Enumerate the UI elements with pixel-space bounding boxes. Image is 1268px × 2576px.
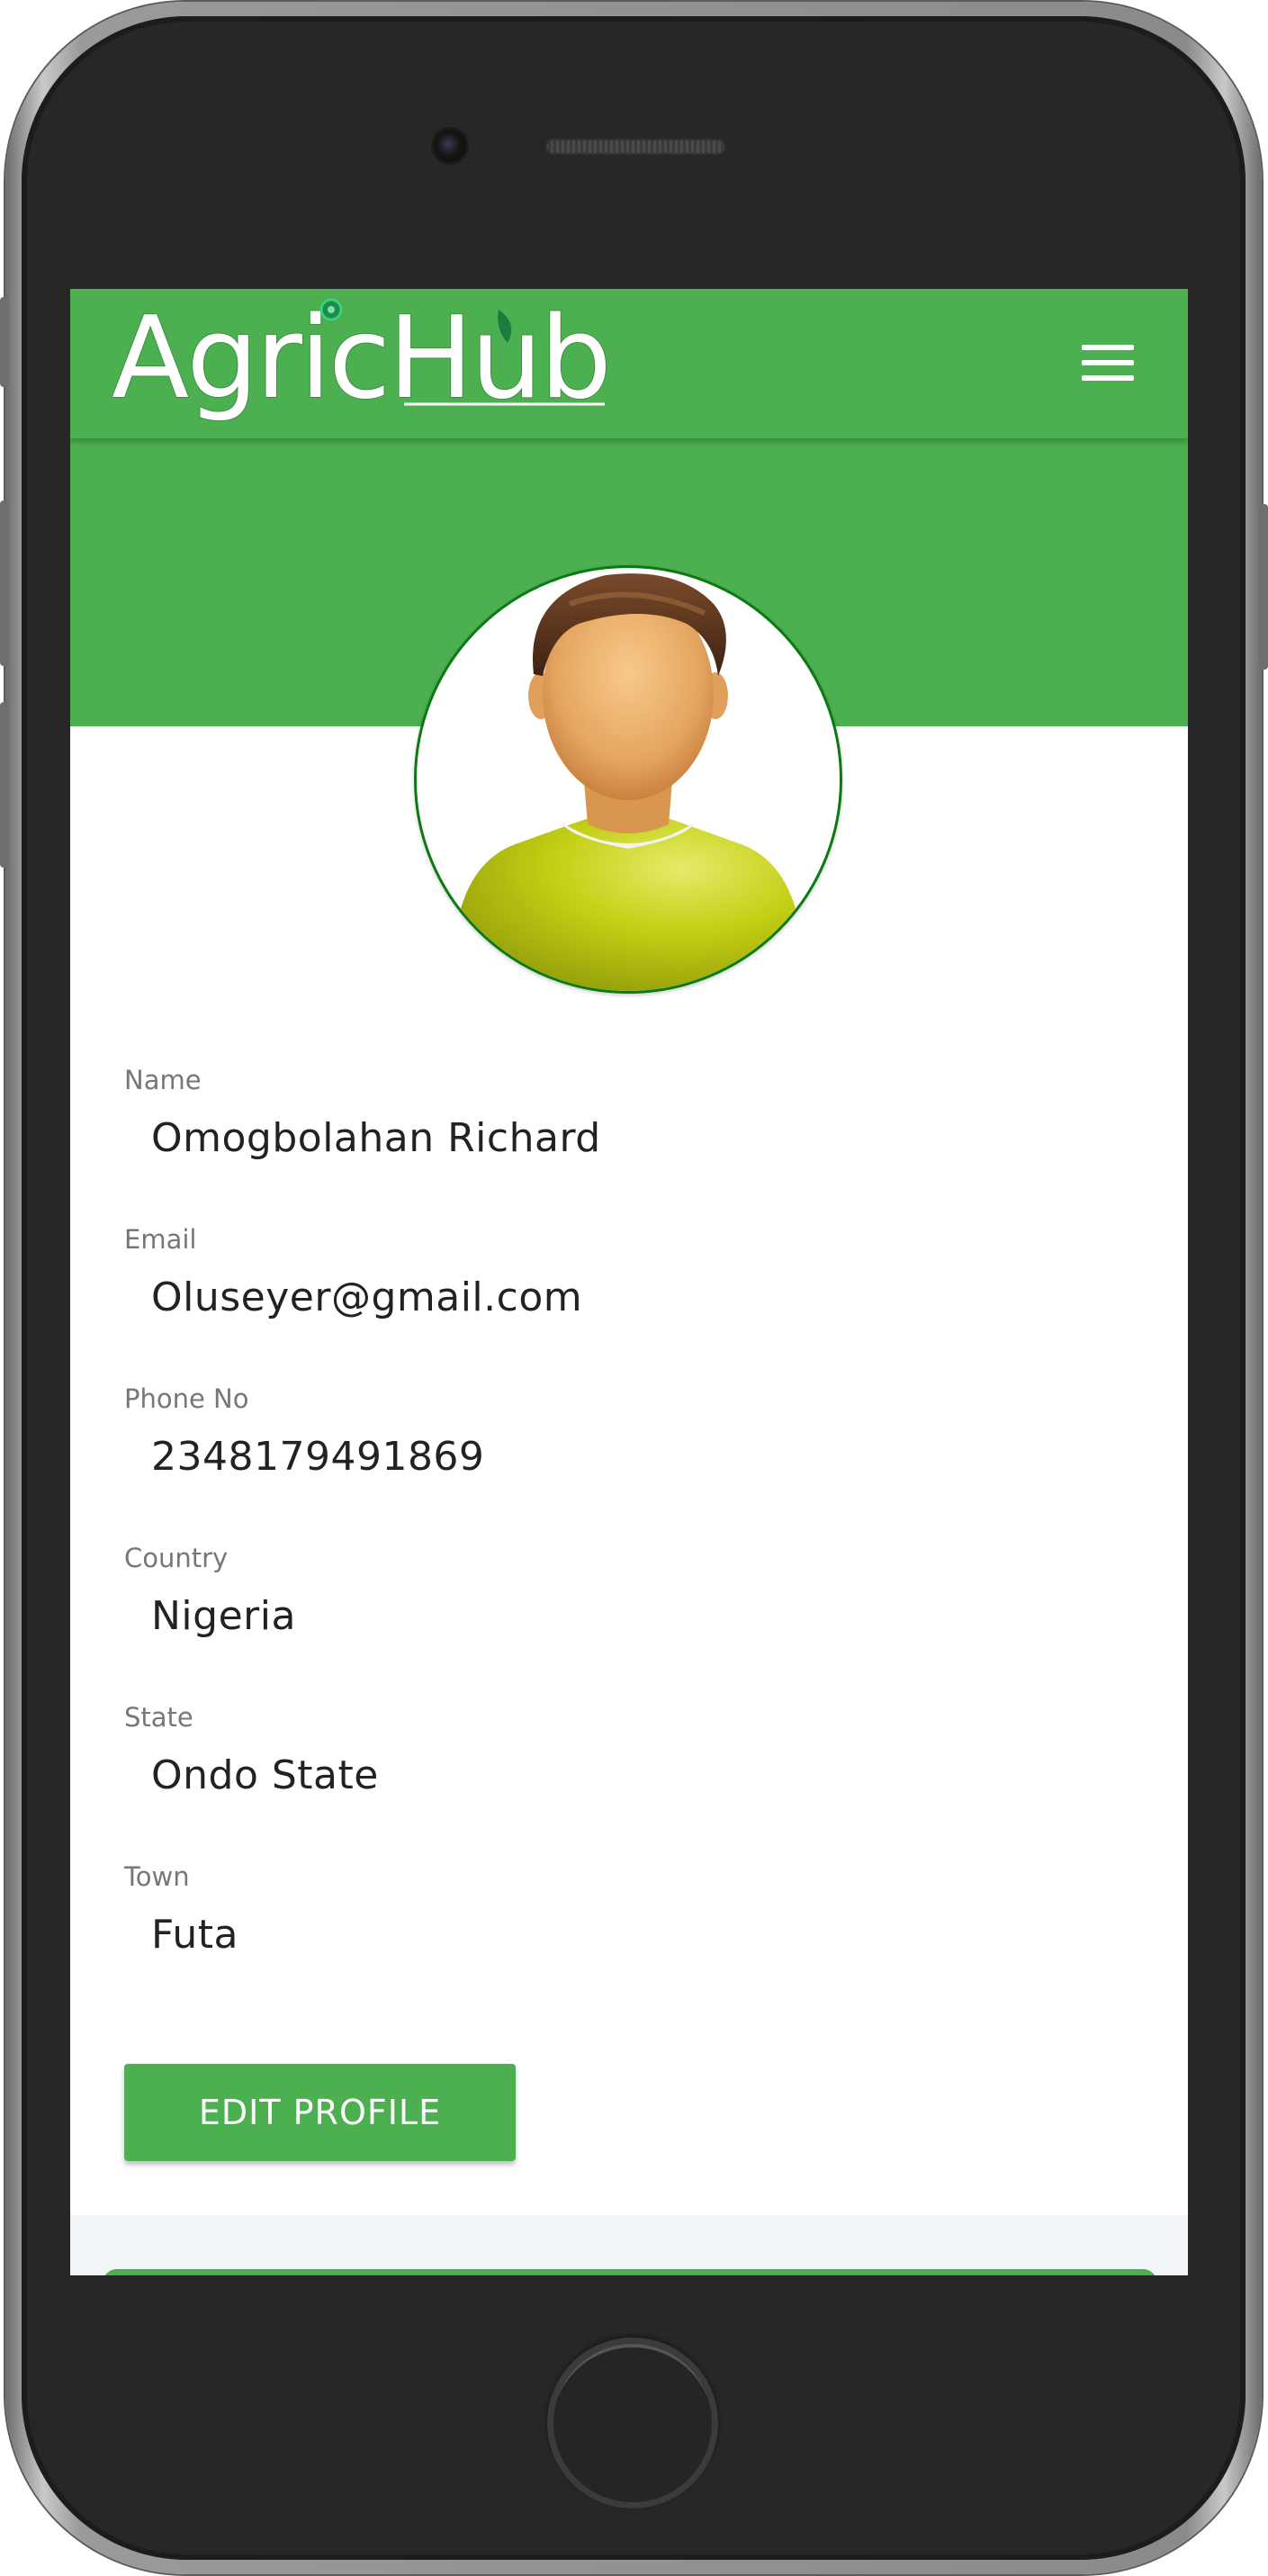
profile-avatar[interactable] [414, 565, 842, 994]
phone-volume-up-button [0, 500, 9, 666]
field-value-name: Omogbolahan Richard [151, 1115, 601, 1161]
field-value-state: Ondo State [151, 1752, 379, 1798]
field-label-country: Country [124, 1543, 229, 1573]
field-label-email: Email [124, 1224, 197, 1255]
field-label-state: State [124, 1702, 193, 1733]
field-label-name: Name [124, 1065, 202, 1095]
field-value-town: Futa [151, 1912, 239, 1958]
field-value-phone: 2348179491869 [151, 1434, 485, 1480]
home-button[interactable] [547, 2337, 718, 2508]
earpiece-speaker [545, 139, 725, 155]
field-label-town: Town [124, 1861, 190, 1892]
field-value-country: Nigeria [151, 1593, 296, 1639]
app-header: AgricHub [70, 289, 1188, 438]
app-screen: AgricHub Name Omogbolahan Richard Email … [70, 289, 1188, 2275]
agrichub-logo: AgricHub [112, 296, 613, 425]
edit-profile-button[interactable]: EDIT PROFILE [124, 2064, 516, 2161]
phone-volume-down-button [0, 702, 9, 868]
footer-section [70, 2215, 1188, 2275]
field-value-email: Oluseyer@gmail.com [151, 1274, 583, 1320]
brand-text-agric: Agric [112, 296, 388, 424]
user-avatar-icon [452, 573, 805, 991]
field-label-phone: Phone No [124, 1383, 249, 1414]
hamburger-menu-icon[interactable] [1082, 345, 1134, 381]
brand-logo[interactable]: AgricHub [112, 296, 634, 431]
phone-mute-switch [0, 297, 9, 387]
phone-power-button [1259, 504, 1268, 670]
front-camera [434, 130, 466, 162]
bottom-nav-bar[interactable] [103, 2269, 1157, 2275]
